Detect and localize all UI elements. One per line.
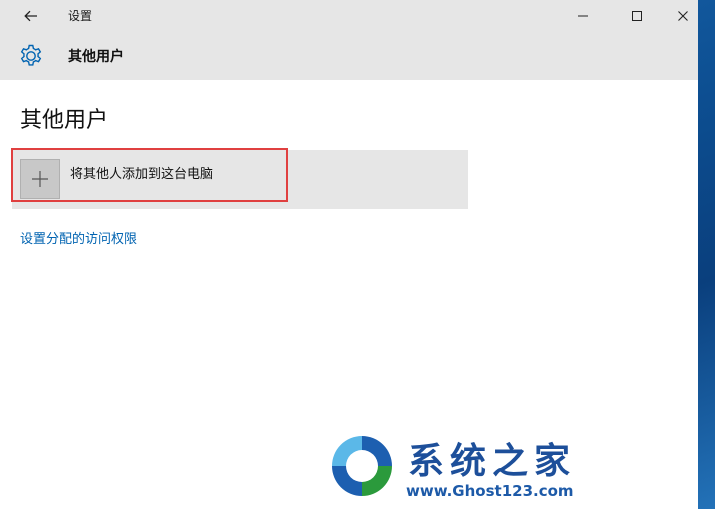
close-icon: [678, 11, 688, 21]
assigned-access-link[interactable]: 设置分配的访问权限: [20, 228, 137, 247]
watermark-url: www.Ghost123.com: [406, 482, 574, 500]
settings-header: 其他用户: [0, 32, 698, 80]
plus-icon: [32, 171, 48, 187]
page-title: 其他用户: [20, 108, 109, 133]
header-title: 其他用户: [68, 49, 124, 65]
add-user-tile[interactable]: [20, 159, 60, 199]
gear-icon: [20, 44, 42, 66]
back-button[interactable]: [18, 4, 44, 28]
watermark-brand: 系统之家: [408, 441, 577, 482]
watermark: 系统之家 www.Ghost123.com: [326, 428, 626, 502]
close-button[interactable]: [660, 0, 698, 32]
title-bar: 设置: [0, 0, 698, 32]
desktop-background: [698, 0, 715, 509]
maximize-button[interactable]: [614, 0, 660, 32]
watermark-logo-icon: [328, 432, 396, 500]
settings-window: 设置 其他用户 其他用户 将其他人添加到这台电脑 设置分配的访问权限 系统之家 …: [0, 0, 698, 509]
minimize-button[interactable]: [560, 0, 606, 32]
minimize-icon: [578, 15, 588, 17]
window-title: 设置: [68, 9, 93, 23]
arrow-left-icon: [24, 10, 37, 22]
maximize-icon: [632, 11, 642, 21]
add-user-label: 将其他人添加到这台电脑: [70, 167, 214, 182]
